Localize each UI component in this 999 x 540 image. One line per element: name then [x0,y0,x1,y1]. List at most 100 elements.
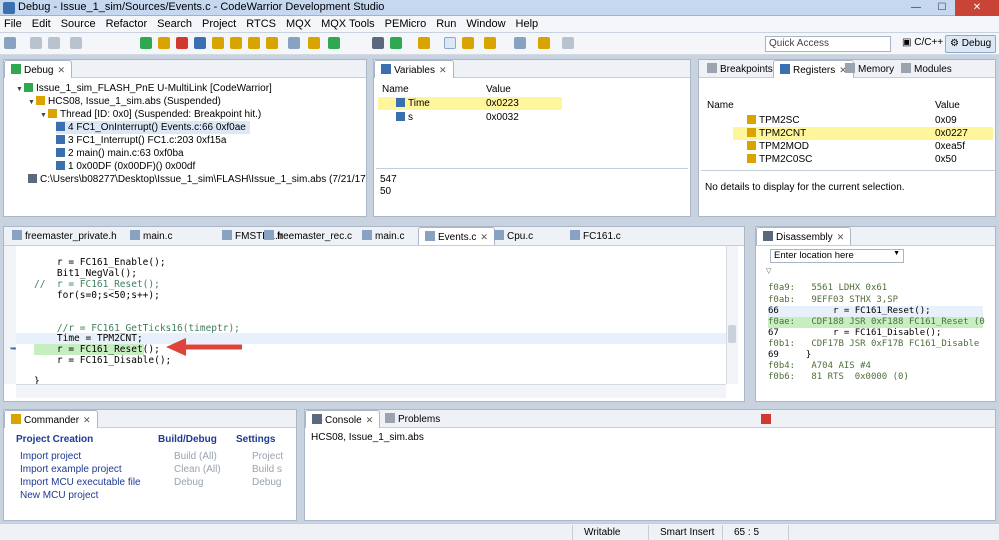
step-over-icon[interactable] [230,37,242,49]
step-return-icon[interactable] [248,37,260,49]
register-row[interactable]: TPM2MOD [747,140,809,153]
tab-editor[interactable]: freemaster_rec.c [258,227,358,245]
suspend-icon[interactable] [158,37,170,49]
perspective-cpp[interactable]: ▣ C/C++ [898,35,947,53]
register-row[interactable]: TPM2SC [747,114,800,127]
build-icon[interactable] [308,37,320,49]
menu-search[interactable]: Search [157,18,192,30]
perspective-debug[interactable]: ⚙ Debug [945,35,997,53]
close-icon[interactable]: ✕ [366,415,374,425]
column-value[interactable]: Value [486,84,511,95]
import-mcu-exe-link[interactable]: Import MCU executable file [20,477,141,488]
tab-disassembly[interactable]: Disassembly ✕ [756,227,852,245]
minimize-button[interactable]: — [903,0,929,16]
stack-frame[interactable]: 2 main() main.c:63 0xf0ba [56,147,184,160]
vertical-scrollbar[interactable] [726,246,738,384]
drop-to-frame-icon[interactable] [266,37,278,49]
back-icon[interactable] [538,37,550,49]
tab-commander[interactable]: Commander ✕ [4,410,98,428]
menu-refactor[interactable]: Refactor [106,18,148,30]
save-all-icon[interactable] [48,37,60,49]
menu-edit[interactable]: Edit [32,18,51,30]
tree-item[interactable]: ▼ Issue_1_sim_FLASH_PnE U-MultiLink [Code… [16,82,272,95]
new-mcu-project-link[interactable]: New MCU project [20,490,98,501]
flash-icon[interactable] [418,37,430,49]
tab-variables[interactable]: Variables ✕ [374,60,454,78]
register-row[interactable]: TPM2CNT [747,127,806,140]
pin-icon[interactable] [484,37,496,49]
tab-editor[interactable]: main.c [356,227,410,245]
debug-link[interactable]: Debug [174,477,203,488]
menu-source[interactable]: Source [61,18,96,30]
debug-config-icon[interactable] [390,37,402,49]
column-name[interactable]: Name [707,100,734,111]
tab-events-c[interactable]: Events.c ✕ [418,227,495,245]
register-row[interactable]: TPM2C0SC [747,153,812,166]
close-icon[interactable]: ✕ [837,232,845,242]
tab-memory[interactable]: Memory [839,60,900,78]
column-name[interactable]: Name [382,84,409,95]
settings-debug-link[interactable]: Debug [252,477,281,488]
close-button[interactable]: ✕ [955,0,999,16]
variable-row[interactable]: s [396,111,413,124]
scroll-thumb[interactable] [728,325,736,343]
instruction-step-icon[interactable] [288,37,300,49]
close-icon[interactable]: ✕ [439,65,447,75]
mark-icon[interactable] [462,37,474,49]
clean-all-link[interactable]: Clean (All) [174,464,221,475]
tab-editor[interactable]: main.c [124,227,178,245]
menu-window[interactable]: Window [466,18,505,30]
stack-frame-selected[interactable]: 4 FC1_OnInterrupt() Events.c:66 0xf0ae [56,121,250,134]
tab-editor[interactable]: Cpu.c [488,227,539,245]
import-example-link[interactable]: Import example project [20,464,122,475]
settings-build-link[interactable]: Build s [252,464,282,475]
horizontal-scrollbar[interactable] [16,384,726,398]
tool-icon[interactable] [372,37,384,49]
tab-editor[interactable]: freemaster_private.h [6,227,123,245]
next-annotation-icon[interactable] [514,37,526,49]
maximize-button[interactable]: ☐ [929,0,955,16]
close-icon[interactable]: ✕ [480,232,488,242]
tree-item[interactable]: ▼ HCS08, Issue_1_sim.abs (Suspended) [28,95,221,108]
tab-problems[interactable]: Problems [379,410,446,428]
print-icon[interactable] [70,37,82,49]
tab-editor[interactable]: FC161.c [564,227,627,245]
tab-modules[interactable]: Modules [895,60,958,78]
tree-item[interactable]: ▼ Thread [ID: 0x0] (Suspended: Breakpoint… [40,108,261,121]
settings-project-link[interactable]: Project [252,451,283,462]
close-icon[interactable]: ✕ [83,415,91,425]
tab-debug[interactable]: Debug ✕ [4,60,73,78]
save-icon[interactable] [30,37,42,49]
resume-icon[interactable] [140,37,152,49]
tab-breakpoints[interactable]: Breakpoints [701,60,779,78]
forward-icon[interactable] [562,37,574,49]
menu-rtcs[interactable]: RTCS [246,18,276,30]
close-icon[interactable]: ✕ [57,65,65,75]
import-project-link[interactable]: Import project [20,451,81,462]
stack-frame[interactable]: 1 0x00DF (0x00DF)() 0x00df [56,160,195,173]
menu-run[interactable]: Run [436,18,456,30]
menu-project[interactable]: Project [202,18,236,30]
build-all-link[interactable]: Build (All) [174,451,217,462]
tab-console[interactable]: Console ✕ [305,410,381,428]
column-value[interactable]: Value [935,100,960,111]
stack-frame[interactable]: 3 FC1_Interrupt() FC1.c:203 0xf15a [56,134,226,147]
chevron-down-icon[interactable]: ▽ [766,267,771,275]
menu-mqx[interactable]: MQX [286,18,311,30]
menu-pemicro[interactable]: PEMicro [385,18,427,30]
location-input[interactable]: Enter location here ▼ [770,249,904,263]
disconnect-icon[interactable] [194,37,206,49]
menu-file[interactable]: File [4,18,22,30]
debug-launch-icon[interactable] [328,37,340,49]
menu-help[interactable]: Help [516,18,539,30]
terminate-icon[interactable] [176,37,188,49]
quick-access-input[interactable]: Quick Access [765,36,891,52]
variable-row[interactable]: Time [396,97,430,110]
terminate-icon[interactable] [761,414,771,424]
toggle-icon[interactable] [444,37,456,49]
menu-mqx-tools[interactable]: MQX Tools [321,18,375,30]
tree-item[interactable]: C:\Users\b08277\Desktop\Issue_1_sim\FLAS… [28,173,366,186]
step-into-icon[interactable] [212,37,224,49]
disassembly-content[interactable]: f0a9: 5561 LDHX 0x61 f0ab: 9EFF03 STHX 3… [755,283,996,403]
new-icon[interactable] [4,37,16,49]
